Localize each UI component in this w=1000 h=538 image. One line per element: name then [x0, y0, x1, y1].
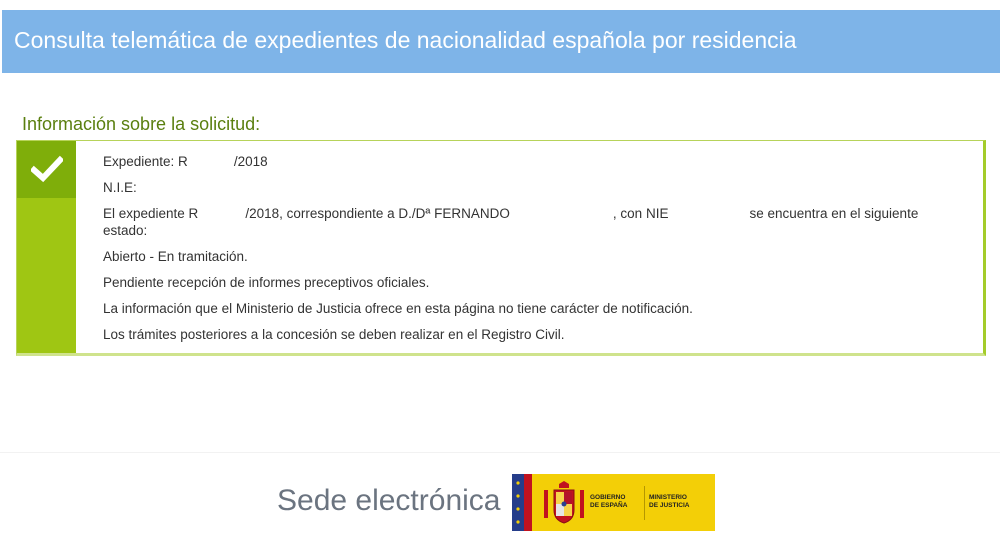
- estado-part2: /2018, correspondiente a D./Dª FERNANDO: [245, 206, 510, 221]
- status-indicator: [17, 141, 76, 198]
- flag-red-strip: [524, 474, 532, 531]
- footer-divider: [0, 452, 1000, 453]
- expediente-label: Expediente: R: [103, 154, 188, 169]
- nie-line: N.I.E:: [103, 179, 983, 196]
- page-header: Consulta telemática de expedientes de na…: [2, 10, 1000, 73]
- expediente-suffix: /2018: [233, 154, 268, 169]
- estado-part4: se encuentra en el siguiente: [749, 206, 919, 221]
- check-icon: [31, 155, 63, 183]
- coat-of-arms-icon: [544, 481, 584, 524]
- nie-label: N.I.E:: [103, 180, 137, 195]
- gobierno-label: GOBIERNO DE ESPAÑA: [590, 494, 628, 509]
- eu-flag-strip: [512, 474, 524, 531]
- sede-electronica-label: Sede electrónica: [277, 484, 501, 517]
- logo-divider: [644, 486, 645, 520]
- estado-part5: estado:: [103, 223, 148, 238]
- pending-line: Pendiente recepción de informes precepti…: [103, 275, 430, 290]
- expediente-line: Expediente: R/2018: [103, 153, 983, 170]
- page-title: Consulta telemática de expedientes de na…: [14, 27, 797, 53]
- estado-part3: , con NIE: [612, 206, 669, 221]
- info-content: Expediente: R/2018 N.I.E: El expediente …: [103, 153, 983, 352]
- estado-line: El expediente R/2018, correspondiente a …: [103, 205, 983, 239]
- tramites-line: Los trámites posteriores a la concesión …: [103, 327, 565, 342]
- notice-line: La información que el Ministerio de Just…: [103, 301, 693, 316]
- estado-part1: El expediente R: [103, 206, 199, 221]
- status-line: Abierto - En tramitación.: [103, 249, 248, 264]
- government-logo: GOBIERNO DE ESPAÑA MINISTERIO DE JUSTICI…: [512, 474, 715, 531]
- application-info-panel: Expediente: R/2018 N.I.E: El expediente …: [16, 140, 986, 356]
- section-title: Información sobre la solicitud:: [22, 114, 261, 134]
- status-bar: [17, 141, 76, 353]
- ministerio-label: MINISTERIO DE JUSTICIA: [649, 494, 690, 509]
